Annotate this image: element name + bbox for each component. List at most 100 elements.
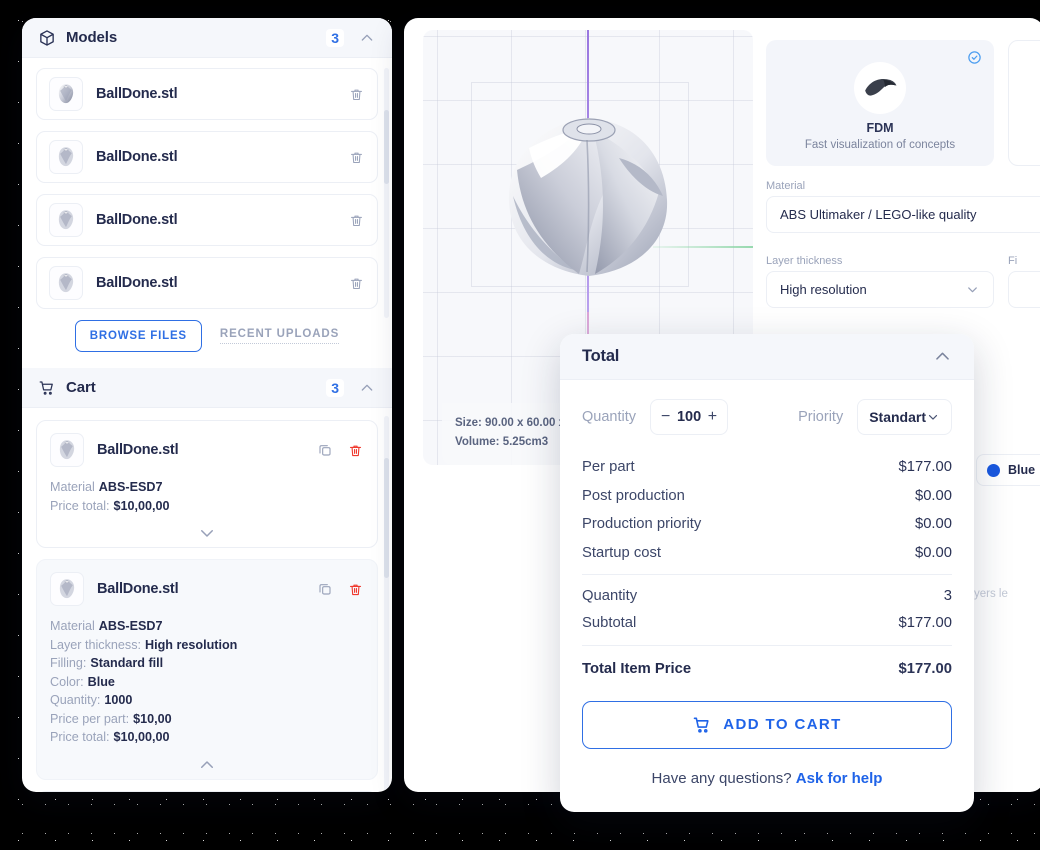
spec-key: Material (50, 480, 95, 494)
trash-icon[interactable] (348, 86, 365, 103)
cart-count-badge: 3 (326, 378, 344, 397)
spec-row: Material ABS-ESD7 (50, 478, 364, 497)
turbine-thumbnail-icon (50, 433, 84, 467)
model-file-name: BallDone.stl (96, 86, 178, 102)
spec-row: Filling: Standard fill (50, 654, 364, 673)
price-label: Startup cost (582, 544, 661, 561)
total-header[interactable]: Total (560, 334, 974, 380)
model-list-item[interactable]: BallDone.stl (36, 194, 378, 246)
cart-item[interactable]: BallDone.stl Material ABS-ESD7 Layer thic… (36, 559, 378, 780)
filling-select[interactable] (1008, 271, 1040, 308)
price-amount: $0.00 (914, 516, 952, 533)
cart-item-actions (316, 442, 364, 459)
models-list: BallDone.stl BallDone.stl BallDone.stl B… (22, 58, 392, 318)
price-row: Production priority $0.00 (582, 510, 952, 539)
copy-icon[interactable] (316, 581, 333, 598)
model-file-name: BallDone.stl (96, 149, 178, 165)
add-to-cart-button[interactable]: ADD TO CART (582, 700, 952, 749)
total-title: Total (582, 347, 620, 365)
add-to-cart-label: ADD TO CART (723, 716, 842, 733)
price-amount: $177.00 (898, 615, 953, 632)
technology-card-fdm[interactable]: FDM Fast visualization of concepts (766, 40, 994, 166)
spec-row: Quantity: 1000 (50, 691, 364, 710)
color-option-blue[interactable]: Blue (976, 454, 1040, 486)
ask-for-help-link[interactable]: Ask for help (796, 770, 883, 787)
models-scrollbar[interactable] (384, 68, 389, 318)
quantity-value[interactable]: 100 (677, 409, 701, 425)
quantity-decrement-button[interactable]: − (661, 409, 670, 425)
spec-value: $10,00,00 (113, 498, 170, 513)
scrollbar-thumb[interactable] (384, 458, 389, 578)
trash-icon[interactable] (347, 581, 364, 598)
technology-card-next[interactable] (1008, 40, 1040, 166)
layer-thickness-value: High resolution (780, 282, 867, 297)
cart-item[interactable] (36, 790, 378, 792)
price-label: Quantity (582, 587, 638, 604)
cart-scrollbar[interactable] (384, 416, 389, 792)
color-swatch-blue (987, 463, 1000, 477)
total-price-amount: $177.00 (898, 660, 953, 677)
spec-key: Price per part: (50, 711, 130, 726)
trash-icon[interactable] (348, 149, 365, 166)
spec-key: Quantity: (50, 693, 101, 707)
filling-label: Fi (1008, 255, 1018, 267)
copy-icon[interactable] (316, 442, 333, 459)
scrollbar-thumb[interactable] (384, 110, 389, 184)
model-list-item[interactable]: BallDone.stl (36, 68, 378, 120)
spec-value: ABS-ESD7 (98, 480, 163, 494)
quantity-label: Quantity (582, 409, 636, 425)
spec-row: Color: Blue (50, 673, 364, 692)
chevron-up-icon[interactable] (358, 29, 376, 47)
spec-key: Price total: (50, 730, 110, 744)
model-list-item[interactable]: BallDone.stl (36, 131, 378, 183)
models-section-header[interactable]: Models 3 (22, 18, 392, 58)
price-amount: $0.00 (914, 487, 952, 504)
spec-key: Material (50, 619, 95, 633)
quantity-priority-row: Quantity − 100 + Priority Standart (560, 380, 974, 435)
turbine-impeller-model (508, 118, 668, 276)
model-row-actions (348, 275, 365, 292)
quantity-stepper[interactable]: − 100 + (650, 399, 729, 435)
spec-key: Price total: (50, 498, 110, 513)
price-amount: 3 (943, 587, 952, 604)
model-row-actions (348, 212, 365, 229)
cart-item-name: BallDone.stl (97, 581, 179, 597)
spec-value: High resolution (145, 637, 238, 652)
priority-select[interactable]: Standart (857, 399, 952, 435)
total-item-price-row: Total Item Price $177.00 (582, 644, 953, 683)
spec-key: Color: (50, 674, 84, 689)
layers-hint-text: yers le (974, 588, 1008, 600)
models-title: Models (66, 29, 118, 46)
chevron-up-icon[interactable] (932, 347, 952, 367)
trash-icon[interactable] (347, 442, 364, 459)
cart-icon (692, 715, 712, 735)
quantity-increment-button[interactable]: + (708, 409, 717, 425)
spec-value: Blue (87, 674, 115, 689)
help-prompt: Have any questions? Ask for help (560, 770, 974, 787)
browse-files-button[interactable]: BROWSE FILES (74, 320, 202, 352)
trash-icon[interactable] (348, 212, 365, 229)
cart-item-specs: Material ABS-ESD7 Layer thickness: High re… (50, 617, 364, 747)
turbine-thumbnail-icon (50, 572, 84, 606)
turbine-thumbnail-icon (49, 77, 83, 111)
price-row: Quantity 3 (582, 574, 952, 609)
cube-icon (38, 29, 56, 47)
chevron-down-icon[interactable] (50, 519, 364, 547)
price-amount: $177.00 (898, 459, 953, 476)
chevron-up-icon[interactable] (50, 751, 364, 779)
chevron-up-icon[interactable] (358, 379, 376, 397)
spec-key: Filling: (50, 656, 87, 670)
spec-value: Standard fill (90, 656, 164, 670)
price-label: Post production (582, 487, 685, 504)
turbine-thumbnail-icon (49, 203, 83, 237)
total-summary-card: Total Quantity − 100 + Priority Standart… (560, 334, 974, 812)
cart-item[interactable]: BallDone.stl Material ABS-ESD7 Price tota… (36, 420, 378, 548)
cart-section-header[interactable]: Cart 3 (22, 368, 392, 408)
price-label: Subtotal (582, 615, 637, 632)
recent-uploads-link[interactable]: RECENT UPLOADS (219, 328, 340, 344)
material-select[interactable]: ABS Ultimaker / LEGO-like quality (766, 196, 1040, 233)
trash-icon[interactable] (348, 275, 365, 292)
model-list-item[interactable]: BallDone.stl (36, 257, 378, 309)
layer-thickness-select[interactable]: High resolution (766, 271, 994, 308)
cart-icon (38, 379, 56, 397)
